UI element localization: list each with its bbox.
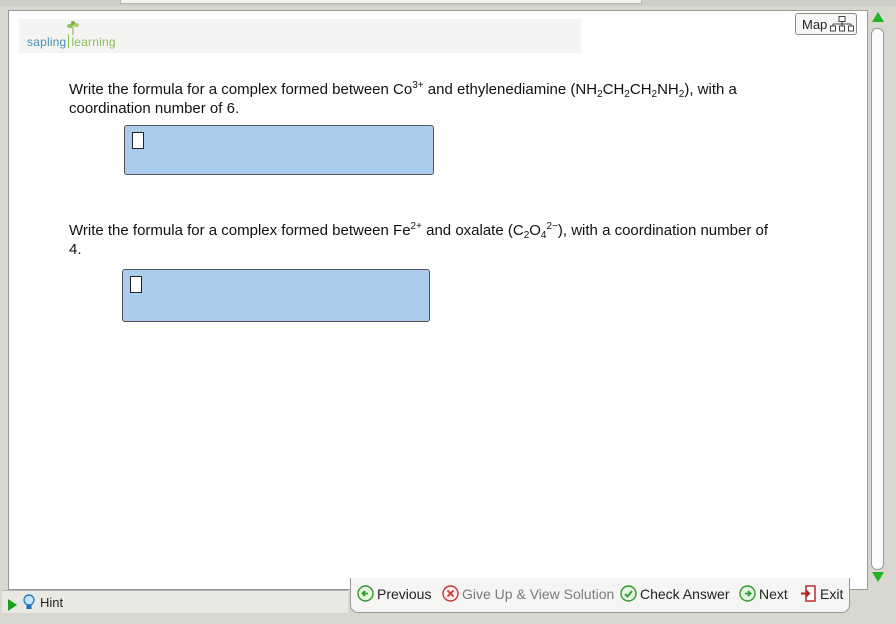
text-cursor-box xyxy=(130,276,142,293)
vertical-scrollbar[interactable] xyxy=(868,10,888,588)
sapling-learning-logo: sapling learning xyxy=(27,21,116,49)
exit-label: Exit xyxy=(820,586,844,602)
logo-word-learning: learning xyxy=(71,35,116,49)
q1-part: NH xyxy=(657,81,679,98)
logo-word-sapling: sapling xyxy=(27,35,67,49)
q1-part: and ethylenediamine (NH xyxy=(423,81,598,98)
q1-charge: 3+ xyxy=(412,80,424,91)
question-2-text: Write the formula for a complex formed b… xyxy=(69,221,769,259)
check-answer-label: Check Answer xyxy=(640,586,730,602)
checkmark-icon xyxy=(620,585,637,602)
q2-part: Write the formula for a complex formed b… xyxy=(69,222,411,239)
give-up-label: Give Up & View Solution xyxy=(462,586,615,602)
text-cursor-box xyxy=(132,132,144,149)
q2-charge: 2− xyxy=(546,221,558,232)
next-label: Next xyxy=(759,586,788,602)
map-label: Map xyxy=(802,17,828,32)
play-icon xyxy=(8,599,17,611)
scroll-thumb[interactable] xyxy=(871,28,884,570)
q2-part: O xyxy=(529,222,541,239)
cancel-icon xyxy=(442,585,459,602)
navigation-bar: Previous Give Up & View Solution Check A… xyxy=(350,578,850,613)
q1-part: Write the formula for a complex formed b… xyxy=(69,81,413,98)
exit-door-icon xyxy=(801,585,816,602)
q1-part: CH xyxy=(602,81,625,98)
hint-label: Hint xyxy=(40,595,64,610)
previous-label: Previous xyxy=(377,586,432,602)
q2-charge: 2+ xyxy=(410,221,422,232)
sitemap-icon xyxy=(830,16,854,32)
hint-button[interactable]: Hint xyxy=(2,590,348,613)
arrow-left-icon xyxy=(357,585,374,602)
bottom-bar: Hint Previous Give Up & View Solution Ch… xyxy=(0,578,896,624)
scroll-up-arrow-icon[interactable] xyxy=(872,12,884,22)
q2-part: and oxalate (C xyxy=(421,222,524,239)
answer-input-1[interactable] xyxy=(124,125,434,175)
map-button[interactable]: Map xyxy=(795,13,857,35)
arrow-right-icon xyxy=(739,585,756,602)
top-tab xyxy=(120,0,642,4)
lightbulb-icon xyxy=(23,594,35,609)
scroll-down-arrow-icon[interactable] xyxy=(872,572,884,582)
logo-divider xyxy=(68,34,70,48)
top-strip xyxy=(0,0,896,6)
question-panel: sapling learning Map Write the formula fo… xyxy=(8,10,868,590)
answer-input-2[interactable] xyxy=(122,269,430,322)
question-1-text: Write the formula for a complex formed b… xyxy=(69,80,769,118)
sprout-icon xyxy=(67,21,79,35)
q1-part: CH xyxy=(629,81,652,98)
